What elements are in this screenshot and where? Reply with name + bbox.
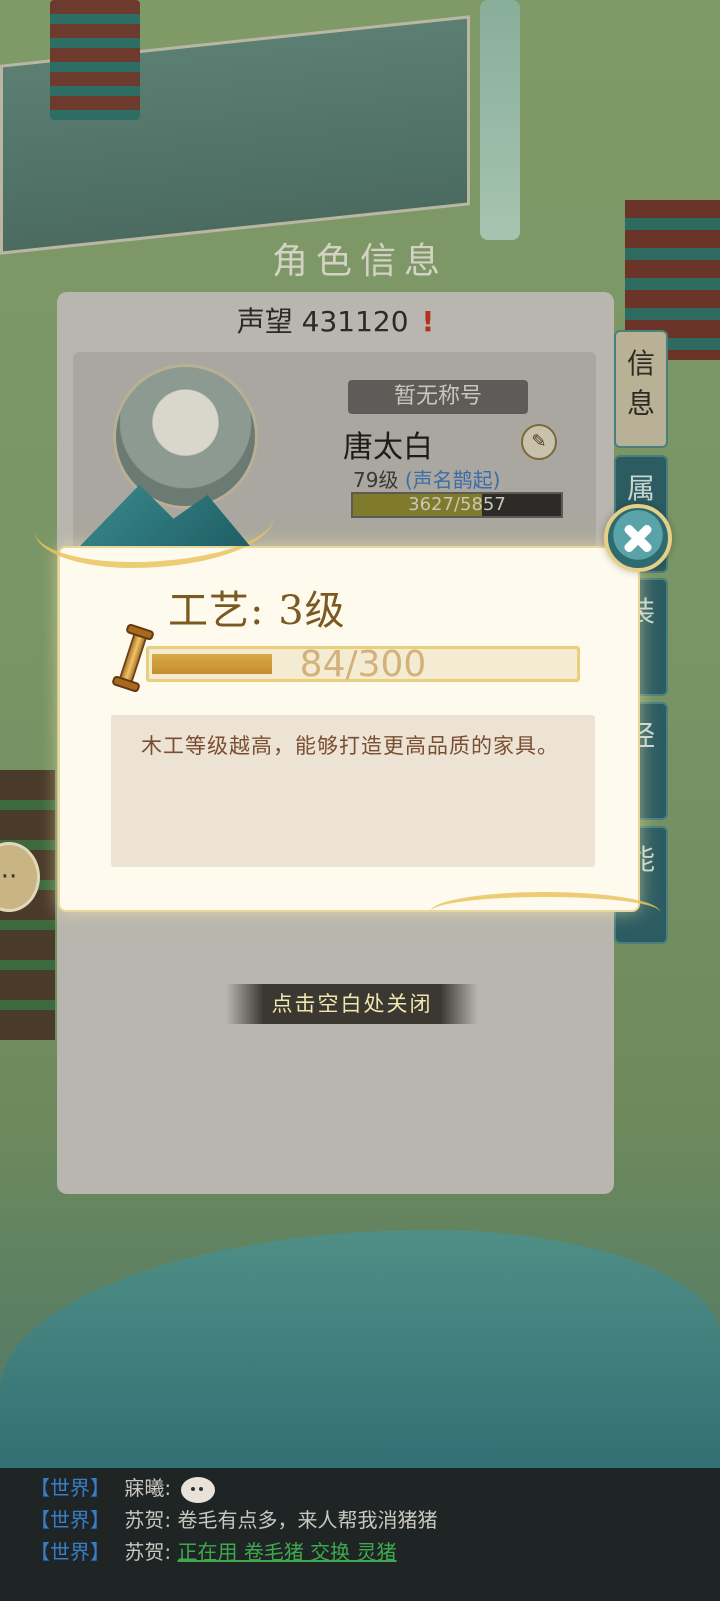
palace-tower	[50, 0, 140, 120]
experience-bar: 3627/5857	[351, 492, 563, 518]
chat-speaker[interactable]: 苏贺:	[124, 1508, 171, 1532]
chat-speaker[interactable]: 寐曦:	[124, 1476, 171, 1500]
experience-text: 3627/5857	[408, 494, 506, 515]
chat-icon: ··	[0, 862, 18, 892]
chat-line[interactable]: 【世界】 寐曦:	[0, 1472, 720, 1504]
edit-name-button[interactable]: ✎	[521, 424, 557, 460]
chat-channel: 【世界】	[30, 1476, 110, 1500]
chat-line[interactable]: 【世界】 苏贺: 正在用 卷毛猪 交换 灵猪	[0, 1536, 720, 1568]
level-text: 79级	[353, 468, 399, 492]
river	[0, 1230, 720, 1500]
description-box: 木工等级越高，能够打造更高品质的家具。	[111, 715, 595, 867]
prestige-label: 声望	[236, 305, 293, 338]
chat-channel: 【世界】	[30, 1540, 110, 1564]
sticker-emoji-icon	[181, 1476, 216, 1503]
chat-channel: 【世界】	[30, 1508, 110, 1532]
world-chat-log[interactable]: 【世界】 寐曦: 【世界】 苏贺: 卷毛有点多，来人帮我消猪猪 【世界】 苏贺:…	[0, 1468, 720, 1601]
waterfall	[480, 0, 520, 240]
skill-description: 木工等级越高，能够打造更高品质的家具。	[141, 734, 559, 758]
cloud-swirl-decoration-bottom	[430, 892, 660, 932]
character-name: 唐太白	[343, 430, 433, 465]
character-level: 79级 (声名鹊起)	[353, 464, 500, 493]
prestige-display: 声望 431120 !	[57, 300, 614, 340]
close-button[interactable]	[604, 504, 672, 572]
chat-line[interactable]: 【世界】 苏贺: 卷毛有点多，来人帮我消猪猪	[0, 1504, 720, 1536]
fame-rank: (声名鹊起)	[404, 468, 501, 492]
prestige-value: 431120	[301, 305, 409, 338]
brush-icon: ✎	[531, 431, 547, 452]
trade-link[interactable]: 正在用 卷毛猪 交换 灵猪	[177, 1540, 396, 1564]
close-hint: 点击空白处关闭	[226, 984, 478, 1024]
panel-title: 角色信息	[271, 241, 448, 282]
chat-message: 卷毛有点多，来人帮我消猪猪	[177, 1508, 438, 1532]
skill-title: 工艺: 3级	[168, 588, 346, 634]
skill-progress-text: 84/300	[299, 644, 427, 685]
title-badge[interactable]: 暂无称号	[348, 380, 528, 414]
chat-speaker[interactable]: 苏贺:	[124, 1540, 171, 1564]
tab-info[interactable]: 信息	[614, 330, 668, 448]
skill-progress-bar: 84/300	[146, 644, 580, 685]
alert-icon[interactable]: !	[421, 305, 434, 338]
